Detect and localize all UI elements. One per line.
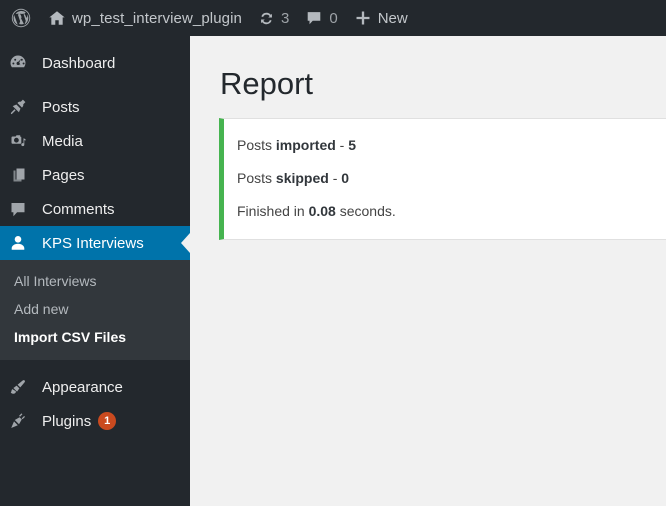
report-line-suffix: seconds. bbox=[339, 203, 396, 220]
sidebar-item-appearance[interactable]: Appearance bbox=[0, 370, 190, 404]
sidebar-item-label: KPS Interviews bbox=[42, 234, 144, 252]
submenu-item-add-new[interactable]: Add new bbox=[0, 295, 190, 323]
sidebar-item-media[interactable]: Media bbox=[0, 124, 190, 158]
sidebar-item-label: Comments bbox=[42, 200, 115, 218]
report-line-finished-in: Finished in 0.08 seconds. bbox=[237, 195, 665, 228]
admin-bar: wp_test_interview_plugin 3 0 New bbox=[0, 0, 666, 36]
updates-button[interactable]: 3 bbox=[250, 0, 297, 36]
pages-icon bbox=[0, 165, 36, 185]
media-icon bbox=[0, 131, 36, 151]
report-line-value: 5 bbox=[348, 137, 357, 154]
wordpress-logo-icon bbox=[11, 8, 31, 28]
paintbrush-icon bbox=[0, 377, 36, 397]
comments-button[interactable]: 0 bbox=[297, 0, 345, 36]
page-title: Report bbox=[220, 66, 314, 101]
submenu-item-import-csv-files[interactable]: Import CSV Files bbox=[0, 323, 190, 351]
admin-sidebar-menu: Dashboard Posts Media Pages Comments KPS… bbox=[0, 36, 190, 506]
report-line-prefix: Finished in bbox=[237, 203, 309, 220]
menu-separator bbox=[0, 360, 190, 370]
comments-count: 0 bbox=[329, 9, 338, 27]
site-name-label: wp_test_interview_plugin bbox=[72, 9, 242, 27]
sidebar-submenu-kps-interviews: All Interviews Add new Import CSV Files bbox=[0, 260, 190, 360]
menu-separator bbox=[0, 80, 190, 90]
updates-count: 3 bbox=[281, 9, 290, 27]
submenu-item-all-interviews[interactable]: All Interviews bbox=[0, 267, 190, 295]
menu-spacer-top bbox=[0, 36, 190, 46]
report-line-prefix: Posts bbox=[237, 170, 276, 187]
sidebar-item-kps-interviews[interactable]: KPS Interviews bbox=[0, 226, 190, 260]
sidebar-item-label: Media bbox=[42, 132, 83, 150]
sidebar-item-plugins[interactable]: Plugins 1 bbox=[0, 404, 190, 438]
comment-bubble-icon bbox=[305, 9, 323, 27]
plug-icon bbox=[0, 411, 36, 431]
plugins-update-badge: 1 bbox=[98, 412, 117, 430]
report-line-separator: - bbox=[335, 137, 349, 154]
plus-icon bbox=[354, 9, 372, 27]
report-line-posts-skipped: Posts skipped - 0 bbox=[237, 162, 665, 195]
comment-bubble-icon bbox=[0, 199, 36, 219]
sidebar-item-label: Dashboard bbox=[42, 54, 116, 72]
sidebar-item-pages[interactable]: Pages bbox=[0, 158, 190, 192]
report-line-strong-label: imported bbox=[275, 137, 336, 154]
home-icon bbox=[48, 9, 66, 27]
import-report-notice: Posts imported - 5 Posts skipped - 0 Fin… bbox=[219, 118, 666, 241]
report-line-separator: - bbox=[328, 170, 342, 187]
sidebar-item-label: Appearance bbox=[42, 378, 123, 396]
site-name-button[interactable]: wp_test_interview_plugin bbox=[40, 0, 250, 36]
sidebar-item-label: Plugins bbox=[42, 412, 92, 430]
sidebar-item-comments[interactable]: Comments bbox=[0, 192, 190, 226]
user-icon bbox=[0, 233, 36, 253]
dashboard-icon bbox=[0, 53, 36, 73]
report-line-strong-label: skipped bbox=[275, 170, 329, 187]
sidebar-item-dashboard[interactable]: Dashboard bbox=[0, 46, 190, 80]
sidebar-item-label: Posts bbox=[42, 98, 80, 116]
updates-icon bbox=[258, 10, 275, 27]
report-line-value: 0 bbox=[341, 170, 350, 187]
new-content-label: New bbox=[377, 9, 408, 27]
main-content-area: Report Posts imported - 5 Posts skipped … bbox=[190, 36, 666, 506]
pushpin-icon bbox=[0, 97, 36, 117]
new-content-button[interactable]: New bbox=[346, 0, 416, 36]
sidebar-item-posts[interactable]: Posts bbox=[0, 90, 190, 124]
wordpress-logo-button[interactable] bbox=[0, 0, 40, 36]
current-menu-arrow-icon bbox=[181, 233, 190, 253]
sidebar-item-label: Pages bbox=[42, 166, 85, 184]
report-line-value: 0.08 bbox=[308, 203, 336, 220]
report-line-posts-imported: Posts imported - 5 bbox=[237, 129, 665, 162]
report-line-prefix: Posts bbox=[237, 137, 276, 154]
